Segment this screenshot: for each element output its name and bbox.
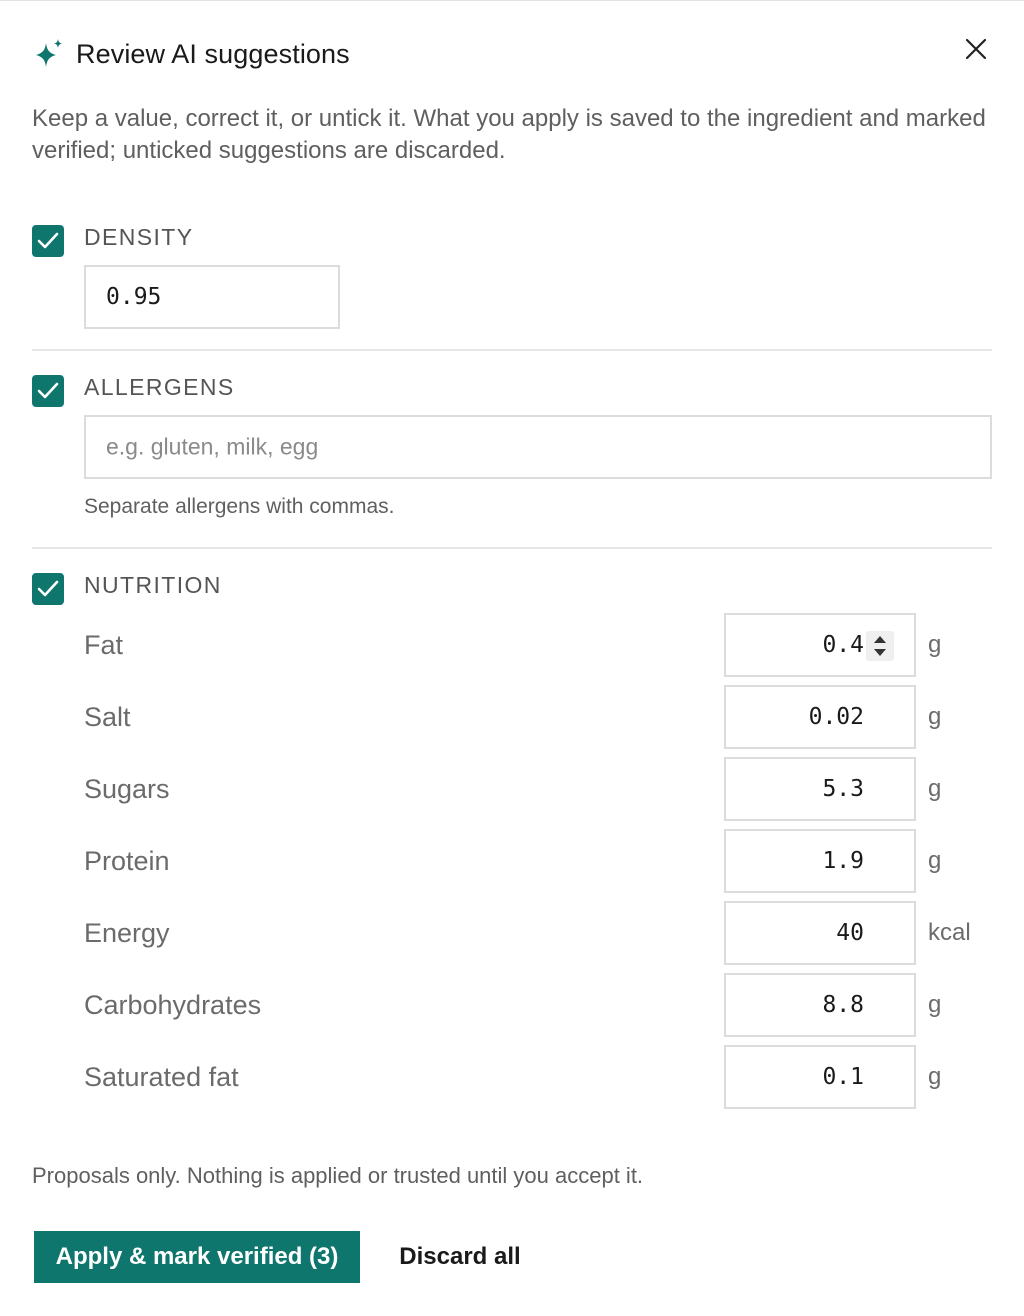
nutrition-carbohydrates-label: Carbohydrates: [84, 990, 262, 1020]
close-icon[interactable]: [960, 33, 992, 65]
nutrition-saturated-fat-label: Saturated fat: [84, 1062, 239, 1092]
nutrition-sugars-input[interactable]: 5.3: [724, 757, 916, 821]
allergens-input[interactable]: e.g. gluten, milk, egg: [84, 415, 992, 479]
nutrition-fat-unit: g: [928, 631, 942, 658]
checkmark-icon: [37, 580, 59, 597]
nutrition-fat-input[interactable]: 0.4: [724, 613, 916, 677]
nutrition-fat-label: Fat: [84, 630, 124, 660]
nutrition-protein-value: 1.9: [822, 848, 864, 874]
stepper-arrows-icon[interactable]: [866, 631, 894, 661]
nutrition-protein-input[interactable]: 1.9: [724, 829, 916, 893]
apply-verify-button[interactable]: Apply & mark verified (3): [34, 1231, 360, 1283]
footer-note: Proposals only. Nothing is applied or tr…: [32, 1163, 644, 1188]
section-divider: [32, 547, 992, 549]
sparkle-icon: [36, 39, 62, 67]
nutrition-energy-label: Energy: [84, 918, 170, 948]
checkmark-icon: [37, 232, 59, 249]
nutrition-protein-label: Protein: [84, 846, 170, 876]
nutrition-salt-label: Salt: [84, 702, 131, 732]
discard-all-button[interactable]: Discard all: [380, 1231, 540, 1283]
density-value: 0.95: [106, 284, 162, 310]
nutrition-energy-value: 40: [836, 920, 864, 946]
dialog-intro: Keep a value, correct it, or untick it. …: [32, 105, 986, 164]
nutrition-carbohydrates-value: 8.8: [822, 992, 864, 1018]
nutrition-saturated-fat-input[interactable]: 0.1: [724, 1045, 916, 1109]
nutrition-sugars-label: Sugars: [84, 774, 170, 804]
nutrition-carbohydrates-unit: g: [928, 991, 942, 1018]
nutrition-checkbox[interactable]: [32, 573, 64, 605]
nutrition-sugars-value: 5.3: [822, 776, 864, 802]
nutrition-saturated-fat-value: 0.1: [822, 1064, 864, 1090]
allergens-checkbox[interactable]: [32, 375, 64, 407]
checkmark-icon: [37, 382, 59, 399]
allergens-placeholder: e.g. gluten, milk, egg: [106, 433, 319, 460]
nutrition-fat-value: 0.4: [822, 632, 864, 658]
section-divider: [32, 349, 992, 351]
nutrition-sugars-unit: g: [928, 775, 942, 802]
dialog-title: Review AI suggestions: [76, 39, 350, 69]
nutrition-energy-input[interactable]: 40: [724, 901, 916, 965]
nutrition-protein-unit: g: [928, 847, 942, 874]
density-input[interactable]: 0.95: [84, 265, 340, 329]
allergens-label: ALLERGENS: [84, 374, 235, 400]
density-label: DENSITY: [84, 224, 194, 250]
nutrition-energy-unit: kcal: [928, 919, 971, 946]
nutrition-label: NUTRITION: [84, 572, 222, 598]
nutrition-carbohydrates-input[interactable]: 8.8: [724, 973, 916, 1037]
allergens-hint: Separate allergens with commas.: [84, 495, 395, 518]
dialog-header: Review AI suggestions: [32, 35, 992, 75]
nutrition-salt-input[interactable]: 0.02: [724, 685, 916, 749]
nutrition-salt-value: 0.02: [808, 704, 864, 730]
density-checkbox[interactable]: [32, 225, 64, 257]
review-ai-suggestions-dialog: Review AI suggestions Keep a value, corr…: [0, 0, 1024, 1316]
nutrition-salt-unit: g: [928, 703, 942, 730]
nutrition-saturated-fat-unit: g: [928, 1063, 942, 1090]
